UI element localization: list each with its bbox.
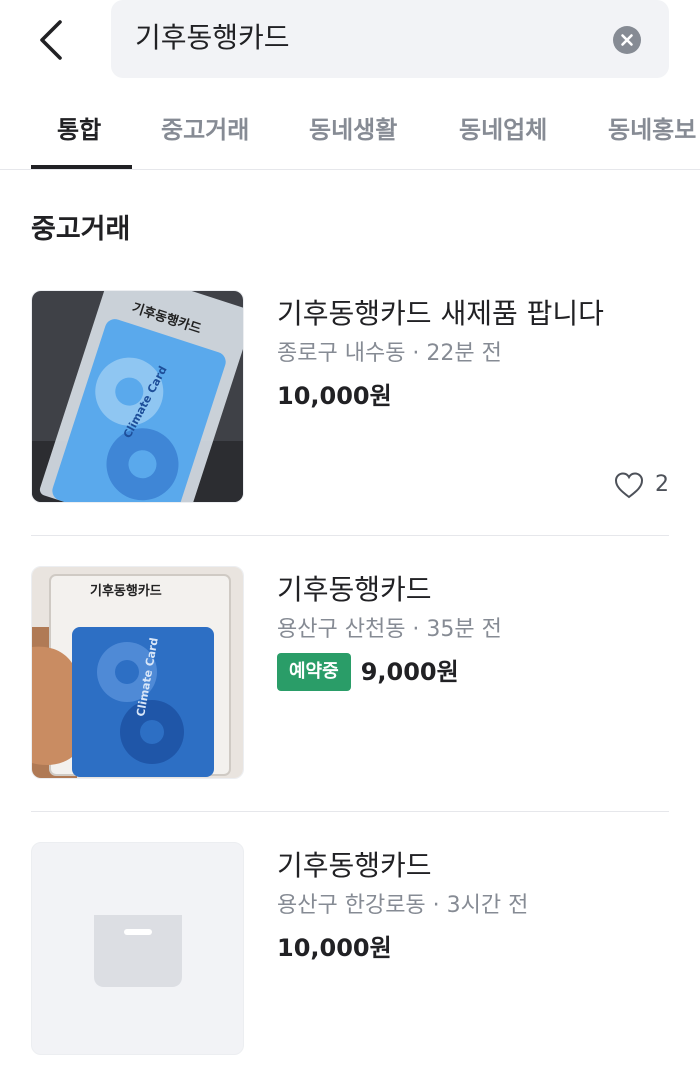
chevron-left-icon — [40, 20, 62, 60]
tab-all[interactable]: 통합 — [57, 110, 101, 150]
reserved-badge: 예약중 — [277, 653, 351, 691]
top-bar: 기후동행카드 — [0, 0, 700, 92]
clear-search-button[interactable] — [613, 26, 641, 54]
tab-local-business[interactable]: 동네업체 — [459, 110, 547, 150]
search-results-page: 기후동행카드 통합 중고거래 동네생활 동네업체 동네홍보 중고거래 기후동행카… — [0, 0, 700, 1082]
like-counter[interactable]: 2 — [613, 468, 669, 502]
active-tab-indicator — [31, 165, 132, 169]
listing-meta: 용산구 산천동 · 35분 전 — [277, 617, 502, 642]
tab-used-trade[interactable]: 중고거래 — [161, 110, 249, 150]
listing-item[interactable]: 기후동행카드 Climate Card 기후동행카드 새제품 팝니다 종로구 내… — [31, 290, 669, 504]
listing-item[interactable]: 기후동행카드 용산구 한강로동 · 3시간 전 10,000원 — [31, 842, 669, 1056]
listing-divider — [31, 811, 669, 812]
category-tabs: 통합 중고거래 동네생활 동네업체 동네홍보 — [0, 92, 700, 170]
heart-outline-icon — [614, 472, 644, 499]
listing-title[interactable]: 기후동행카드 — [277, 570, 432, 610]
listing-divider — [31, 535, 669, 536]
section-title: 중고거래 — [31, 214, 131, 245]
listing-thumbnail[interactable]: 기후동행카드 Climate Card — [31, 566, 244, 779]
tab-local-promo[interactable]: 동네홍보 — [608, 110, 696, 150]
listing-meta: 용산구 한강로동 · 3시간 전 — [277, 893, 529, 918]
placeholder-box-icon — [94, 915, 182, 987]
like-count: 2 — [655, 472, 669, 497]
listing-meta: 종로구 내수동 · 22분 전 — [277, 341, 502, 366]
listing-price: 10,000원 — [277, 934, 392, 962]
search-query-text[interactable]: 기후동행카드 — [135, 18, 290, 58]
back-button[interactable] — [26, 14, 78, 66]
listing-price: 10,000원 — [277, 382, 392, 410]
listing-title[interactable]: 기후동행카드 새제품 팝니다 — [277, 294, 604, 334]
climate-card-photo: 기후동행카드 Climate Card — [32, 291, 243, 502]
search-field[interactable]: 기후동행카드 — [111, 0, 669, 78]
price-row: 10,000원 — [277, 378, 392, 414]
climate-card-photo: 기후동행카드 Climate Card — [32, 567, 243, 778]
listing-item[interactable]: 기후동행카드 Climate Card 기후동행카드 용산구 산천동 · 35분… — [31, 566, 669, 780]
listing-thumbnail[interactable]: 기후동행카드 Climate Card — [31, 290, 244, 503]
tab-neighborhood-life[interactable]: 동네생활 — [309, 110, 397, 150]
price-row: 10,000원 — [277, 930, 392, 966]
listing-thumbnail[interactable] — [31, 842, 244, 1055]
listing-price: 9,000원 — [360, 658, 459, 686]
listing-title[interactable]: 기후동행카드 — [277, 846, 432, 886]
thumb-label-text: 기후동행카드 — [90, 583, 162, 599]
price-row: 예약중 9,000원 — [277, 653, 459, 691]
clear-icon — [621, 34, 633, 46]
